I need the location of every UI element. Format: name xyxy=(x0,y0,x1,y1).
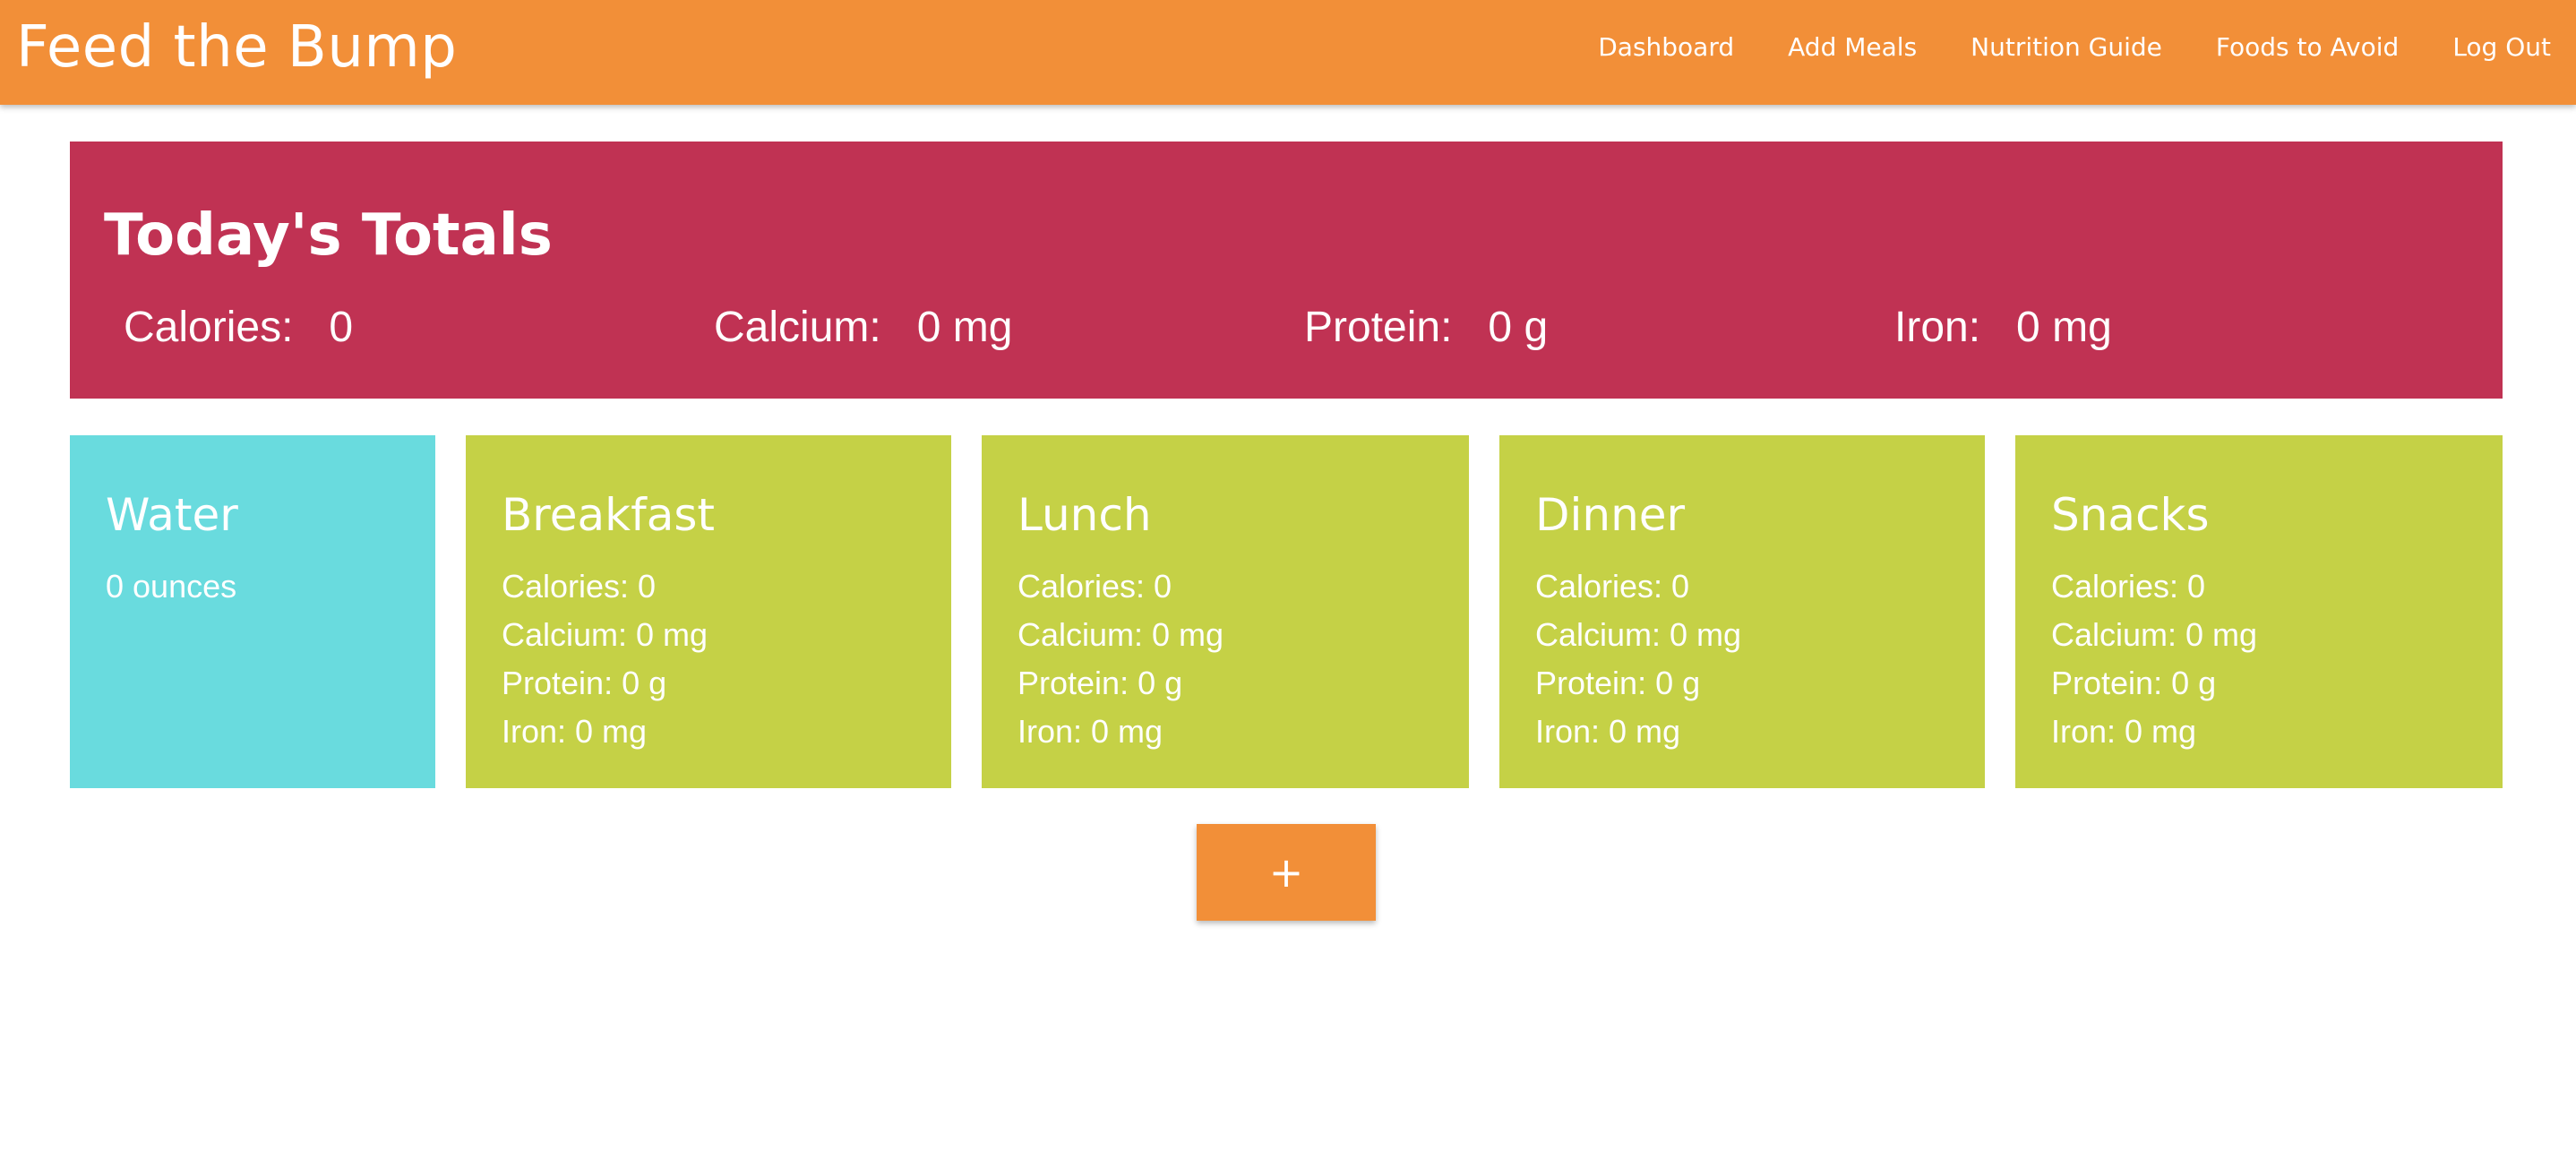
add-button[interactable]: + xyxy=(1197,824,1376,921)
nav-link-dashboard[interactable]: Dashboard xyxy=(1571,32,1761,62)
total-iron: Iron: 0 mg xyxy=(1894,303,2112,352)
snacks-calcium: Calcium: 0 mg xyxy=(2051,616,2258,653)
lunch-card[interactable]: Lunch Calories: 0 Calcium: 0 mg Protein:… xyxy=(982,435,1469,788)
lunch-iron: Iron: 0 mg xyxy=(1018,713,1163,750)
total-protein-label: Protein: xyxy=(1304,304,1453,351)
breakfast-card[interactable]: Breakfast Calories: 0 Calcium: 0 mg Prot… xyxy=(466,435,951,788)
totals-title: Today's Totals xyxy=(104,202,553,269)
lunch-protein: Protein: 0 g xyxy=(1018,665,1183,701)
water-card-title: Water xyxy=(106,489,238,541)
breakfast-calcium: Calcium: 0 mg xyxy=(502,616,708,653)
water-amount: 0 ounces xyxy=(106,568,237,605)
total-protein-value: 0 g xyxy=(1488,304,1549,351)
snacks-card[interactable]: Snacks Calories: 0 Calcium: 0 mg Protein… xyxy=(2015,435,2503,788)
meal-cards: Water 0 ounces Breakfast Calories: 0 Cal… xyxy=(70,435,2503,788)
water-card[interactable]: Water 0 ounces xyxy=(70,435,435,788)
snacks-card-details: Calories: 0 Calcium: 0 mg Protein: 0 g I… xyxy=(2051,562,2257,756)
app-title[interactable]: Feed the Bump xyxy=(16,14,457,81)
total-iron-label: Iron: xyxy=(1894,304,1981,351)
nav-link-add-meals[interactable]: Add Meals xyxy=(1761,32,1944,62)
breakfast-card-title: Breakfast xyxy=(502,489,716,541)
dinner-protein: Protein: 0 g xyxy=(1535,665,1701,701)
snacks-card-title: Snacks xyxy=(2051,489,2210,541)
totals-stats: Calories: 0 Calcium: 0 mg Protein: 0 g Iron… xyxy=(70,303,2503,356)
nav-link-nutrition-guide[interactable]: Nutrition Guide xyxy=(1944,32,2189,62)
total-iron-value: 0 mg xyxy=(2016,304,2112,351)
dinner-iron: Iron: 0 mg xyxy=(1535,713,1681,750)
dinner-calories: Calories: 0 xyxy=(1535,568,1690,605)
dinner-card-details: Calories: 0 Calcium: 0 mg Protein: 0 g I… xyxy=(1535,562,1741,756)
breakfast-card-details: Calories: 0 Calcium: 0 mg Protein: 0 g I… xyxy=(502,562,708,756)
snacks-iron: Iron: 0 mg xyxy=(2051,713,2197,750)
dinner-calcium: Calcium: 0 mg xyxy=(1535,616,1742,653)
nav-link-log-out[interactable]: Log Out xyxy=(2426,32,2576,62)
lunch-card-title: Lunch xyxy=(1018,489,1152,541)
total-calories-value: 0 xyxy=(329,304,354,351)
snacks-protein: Protein: 0 g xyxy=(2051,665,2217,701)
nav-link-foods-to-avoid[interactable]: Foods to Avoid xyxy=(2189,32,2426,62)
dinner-card[interactable]: Dinner Calories: 0 Calcium: 0 mg Protein… xyxy=(1499,435,1985,788)
lunch-card-details: Calories: 0 Calcium: 0 mg Protein: 0 g I… xyxy=(1018,562,1224,756)
total-calories-label: Calories: xyxy=(124,304,294,351)
lunch-calcium: Calcium: 0 mg xyxy=(1018,616,1224,653)
plus-icon: + xyxy=(1268,848,1304,897)
breakfast-calories: Calories: 0 xyxy=(502,568,657,605)
total-calcium: Calcium: 0 mg xyxy=(714,303,1012,352)
lunch-calories: Calories: 0 xyxy=(1018,568,1172,605)
total-calcium-label: Calcium: xyxy=(714,304,881,351)
total-calcium-value: 0 mg xyxy=(916,304,1013,351)
snacks-calories: Calories: 0 xyxy=(2051,568,2206,605)
dinner-card-title: Dinner xyxy=(1535,489,1686,541)
water-card-details: 0 ounces xyxy=(106,562,236,611)
todays-totals-panel: Today's Totals Calories: 0 Calcium: 0 mg P… xyxy=(70,142,2503,399)
breakfast-iron: Iron: 0 mg xyxy=(502,713,648,750)
total-calories: Calories: 0 xyxy=(124,303,353,352)
top-navbar: Feed the Bump Dashboard Add Meals Nutrit… xyxy=(0,0,2576,105)
nav-links: Dashboard Add Meals Nutrition Guide Food… xyxy=(1571,32,2576,62)
breakfast-protein: Protein: 0 g xyxy=(502,665,667,701)
total-protein: Protein: 0 g xyxy=(1304,303,1548,352)
